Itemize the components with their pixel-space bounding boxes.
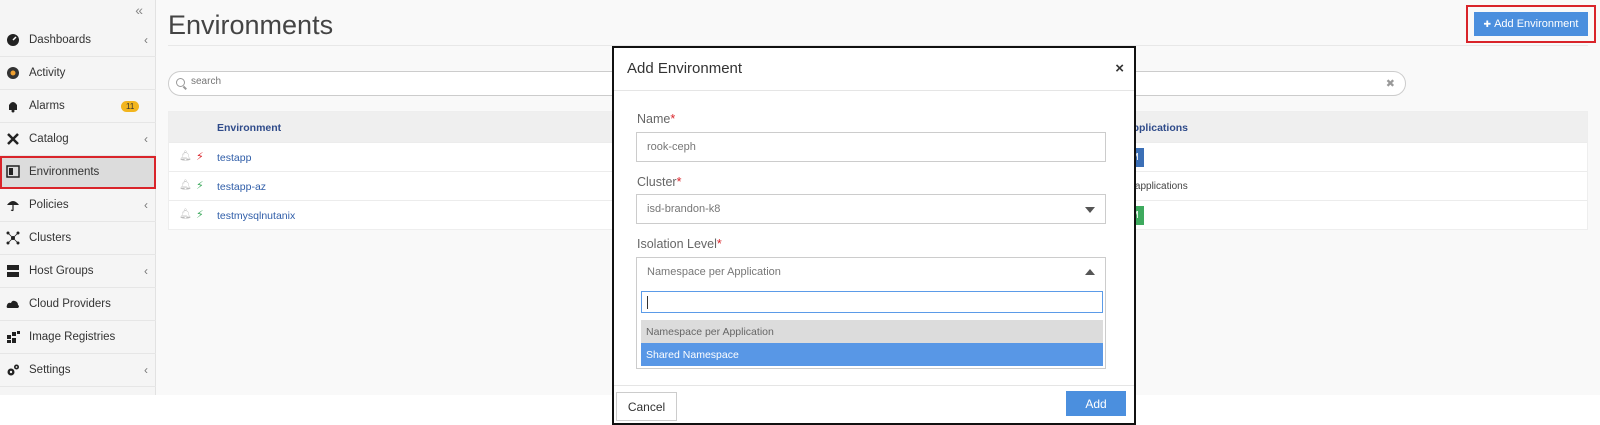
sidebar-item-label: Alarms [29, 100, 65, 112]
isolation-label-text: Isolation Level [637, 237, 717, 251]
dashboard-icon [6, 33, 20, 47]
server-icon [6, 264, 20, 278]
cluster-select[interactable]: isd-brandon-k8 [636, 194, 1106, 224]
sidebar-item-settings[interactable]: Settings ‹ [0, 354, 156, 387]
modal-footer: Cancel Add [614, 385, 1134, 423]
sidebar-item-label: Image Registries [29, 331, 116, 343]
sidebar-item-alarms[interactable]: Alarms 11 [0, 90, 156, 123]
add-environment-modal: Add Environment × Name* rook-ceph Cluste… [612, 46, 1136, 425]
required-mark: * [716, 237, 722, 251]
activity-icon [6, 66, 20, 80]
umbrella-icon [6, 198, 20, 212]
name-field[interactable]: rook-ceph [636, 132, 1106, 162]
add-button[interactable]: Add [1066, 391, 1126, 416]
close-icon[interactable]: × [1115, 60, 1124, 77]
environment-name-link[interactable]: testapp-az [217, 181, 266, 193]
connected-plug-icon: ⚡︎ [196, 209, 204, 221]
dropdown-search-input[interactable] [641, 291, 1103, 313]
collapse-sidebar-icon[interactable]: « [135, 2, 143, 18]
caret-down-icon [1085, 207, 1095, 213]
sidebar-item-label: Catalog [29, 133, 69, 145]
sidebar: « Dashboards ‹ Activity Alarms 11 Catalo… [0, 0, 156, 395]
environment-name-link[interactable]: testapp [217, 152, 251, 164]
sidebar-item-label: Dashboards [29, 34, 92, 46]
chevron-left-icon: ‹ [144, 33, 148, 47]
cogs-icon [6, 363, 20, 377]
catalog-icon [6, 132, 20, 146]
search-input[interactable] [191, 76, 591, 87]
clusters-icon [6, 231, 20, 245]
bell-icon [6, 99, 20, 113]
name-label-text: Name [637, 112, 671, 126]
isolation-level-label: Isolation Level* [637, 237, 722, 251]
option-namespace-per-application[interactable]: Namespace per Application [641, 320, 1103, 343]
sidebar-item-label: Settings [29, 364, 71, 376]
sidebar-item-catalog[interactable]: Catalog ‹ [0, 123, 156, 156]
environments-icon [6, 165, 20, 179]
sidebar-item-policies[interactable]: Policies ‹ [0, 189, 156, 222]
sidebar-item-clusters[interactable]: Clusters [0, 222, 156, 255]
option-shared-namespace[interactable]: Shared Namespace [641, 343, 1103, 366]
sidebar-item-host-groups[interactable]: Host Groups ‹ [0, 255, 156, 288]
modal-header: Add Environment × [614, 48, 1134, 91]
cancel-button[interactable]: Cancel [616, 392, 677, 421]
plus-icon: ✚ [1483, 18, 1492, 29]
cluster-label-text: Cluster [637, 175, 677, 189]
sidebar-item-label: Host Groups [29, 265, 94, 277]
cluster-selected-value: isd-brandon-k8 [647, 203, 721, 215]
sidebar-item-image-registries[interactable]: Image Registries [0, 321, 156, 354]
bell-icon[interactable]: 🔔︎ [179, 209, 192, 220]
column-header-environment[interactable]: Environment [217, 122, 281, 134]
sidebar-item-activity[interactable]: Activity [0, 57, 156, 90]
page-title: Environments [168, 10, 334, 40]
isolation-level-select[interactable]: Namespace per Application [636, 257, 1106, 287]
search-icon [176, 78, 185, 87]
bell-icon[interactable]: 🔔︎ [179, 151, 192, 162]
chevron-left-icon: ‹ [144, 363, 148, 377]
sidebar-item-dashboards[interactable]: Dashboards ‹ [0, 24, 156, 57]
sidebar-item-label: Cloud Providers [29, 298, 111, 310]
disconnected-plug-icon: ⚡︎ [196, 151, 204, 163]
add-environment-button[interactable]: ✚ Add Environment [1474, 12, 1588, 36]
add-environment-highlight: ✚ Add Environment [1466, 5, 1596, 43]
chevron-left-icon: ‹ [144, 198, 148, 212]
sidebar-item-environments[interactable]: Environments [0, 156, 156, 189]
clear-search-icon[interactable]: ✖ [1386, 77, 1395, 90]
sidebar-item-label: Policies [29, 199, 69, 211]
name-label: Name* [637, 112, 675, 126]
environment-name-link[interactable]: testmysqlnutanix [217, 210, 295, 222]
sidebar-item-label: Clusters [29, 232, 72, 244]
connected-plug-icon: ⚡︎ [196, 180, 204, 192]
cloud-icon [6, 297, 20, 311]
registry-icon [6, 330, 20, 344]
required-mark: * [676, 175, 682, 189]
sidebar-nav: Dashboards ‹ Activity Alarms 11 Catalog … [0, 24, 156, 387]
cluster-label: Cluster* [637, 175, 681, 189]
sidebar-item-label: Activity [29, 67, 66, 79]
modal-title: Add Environment [627, 60, 743, 77]
bell-icon[interactable]: 🔔︎ [179, 180, 192, 191]
isolation-selected-value: Namespace per Application [647, 266, 781, 278]
sidebar-item-cloud-providers[interactable]: Cloud Providers [0, 288, 156, 321]
isolation-level-dropdown: Namespace per Application Shared Namespa… [636, 286, 1106, 369]
caret-up-icon [1085, 269, 1095, 275]
alarm-count-badge: 11 [121, 101, 140, 112]
required-mark: * [670, 112, 676, 126]
chevron-left-icon: ‹ [144, 264, 148, 278]
sidebar-item-label: Environments [29, 166, 100, 178]
add-environment-label: Add Environment [1494, 18, 1579, 30]
chevron-left-icon: ‹ [144, 132, 148, 146]
text-cursor [647, 296, 648, 309]
